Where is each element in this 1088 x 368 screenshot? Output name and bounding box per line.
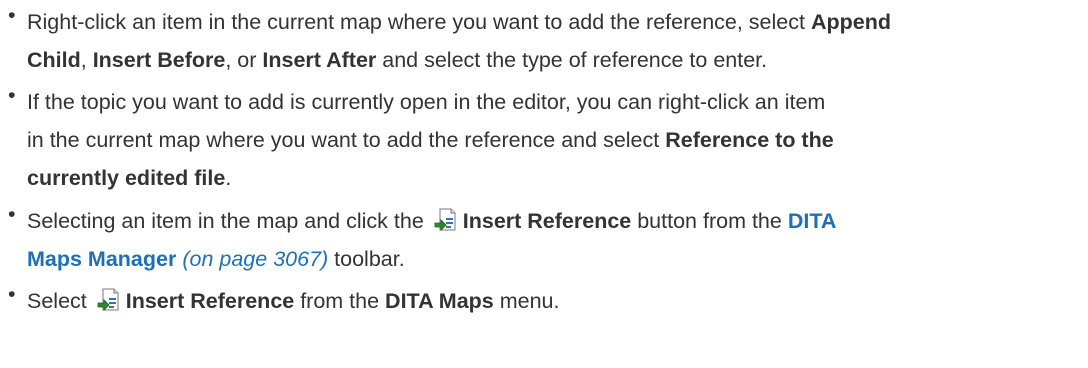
ui-term-reference-to-edited-file: Reference to the <box>665 128 834 152</box>
list-item-toolbar-button: Selecting an item in the map and click t… <box>0 202 1088 278</box>
text-run: button from the <box>631 209 788 233</box>
ui-term-append-child: Append <box>810 10 891 34</box>
ui-term-dita-maps-menu: DITA Maps <box>385 289 494 313</box>
text-run: If the topic you want to add is currentl… <box>27 90 826 114</box>
list-item-line: Maps Manager (on page 3067) toolbar. <box>27 240 1088 278</box>
text-run: . <box>225 166 232 190</box>
text-run: Right-click an item in the current map w… <box>27 10 811 34</box>
text-run: Select <box>27 289 93 313</box>
document-page: Right-click an item in the current map w… <box>0 3 1088 368</box>
ui-term-insert-after: Insert After <box>262 48 377 72</box>
list-item-line: If the topic you want to add is currentl… <box>27 83 1088 121</box>
ui-term-append-child: Child <box>27 48 81 72</box>
ui-term-reference-to-edited-file: currently edited file <box>27 166 226 190</box>
dita-maps-manager-link[interactable]: DITA <box>788 209 837 233</box>
list-item-line: in the current map where you want to add… <box>27 121 1088 159</box>
list-item-line: Selecting an item in the map and click t… <box>27 202 1088 240</box>
text-run: and select the type of reference to ente… <box>376 48 768 72</box>
list-item-line: Child, Insert Before, or Insert After an… <box>27 41 1088 79</box>
insert-reference-icon <box>97 286 121 311</box>
dita-maps-manager-link[interactable]: Maps Manager <box>27 247 176 271</box>
text-run: , <box>80 48 93 72</box>
list-item-line: Select Insert Reference from the DITA Ma… <box>27 282 1088 320</box>
text-run: Selecting an item in the map and click t… <box>27 209 430 233</box>
list-item-reference-current-file: If the topic you want to add is currentl… <box>0 83 1088 197</box>
text-run: , or <box>225 48 263 72</box>
ui-term-insert-reference: Insert Reference <box>125 289 295 313</box>
insert-reference-icon <box>434 206 458 231</box>
ui-term-insert-reference: Insert Reference <box>462 209 632 233</box>
list-item-line: Right-click an item in the current map w… <box>27 3 1088 41</box>
text-run: toolbar. <box>328 247 405 271</box>
list-item-append-child: Right-click an item in the current map w… <box>0 3 1088 79</box>
page-reference-link[interactable]: (on page 3067) <box>182 247 328 271</box>
list-item-menu: Select Insert Reference from the DITA Ma… <box>0 282 1088 320</box>
reference-methods-list: Right-click an item in the current map w… <box>0 3 1088 320</box>
text-run: from the <box>294 289 386 313</box>
list-item-line: currently edited file. <box>27 159 1088 197</box>
text-run: menu. <box>493 289 560 313</box>
ui-term-insert-before: Insert Before <box>92 48 226 72</box>
text-run: in the current map where you want to add… <box>27 128 666 152</box>
